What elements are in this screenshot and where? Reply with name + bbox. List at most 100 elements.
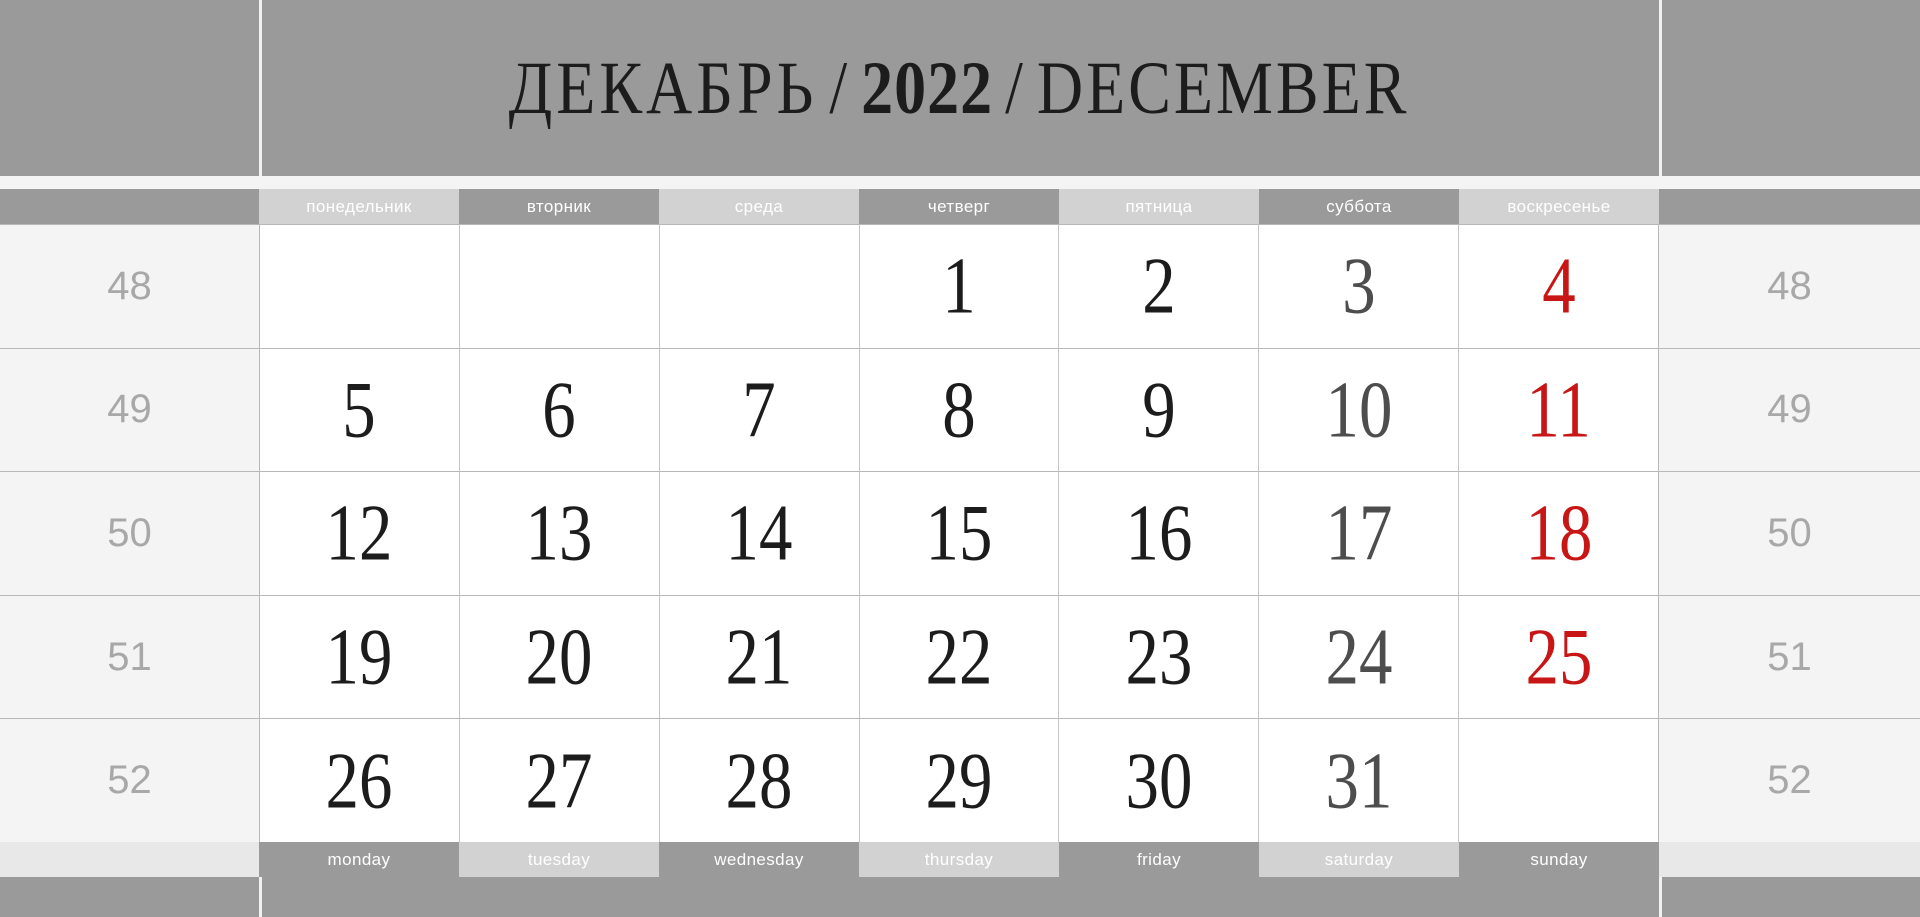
day-number: 13 — [525, 488, 593, 579]
day-number: 18 — [1525, 488, 1593, 579]
weekday-ru-thursday: четверг — [859, 189, 1059, 224]
day-cell[interactable]: 18 — [1459, 472, 1659, 595]
week-number-right: 49 — [1658, 348, 1920, 472]
day-cell[interactable]: 25 — [1459, 595, 1659, 719]
title-divider-right — [1659, 0, 1662, 176]
weekday-ru-wednesday: среда — [659, 189, 859, 224]
title-separator-left: / — [829, 45, 850, 130]
day-cell[interactable]: 31 — [1259, 719, 1460, 842]
title-separator-right: / — [1005, 45, 1025, 130]
weekday-ru-sunday: воскресенье — [1459, 189, 1659, 224]
day-cell[interactable]: 8 — [859, 348, 1060, 472]
day-number: 7 — [742, 365, 776, 455]
day-cell[interactable]: 26 — [260, 719, 460, 842]
day-cell[interactable]: 1 — [859, 225, 1060, 348]
calendar-year: 2022 — [861, 45, 994, 130]
day-cell[interactable]: 16 — [1059, 472, 1260, 595]
calendar-title-band: ДЕКАБРЬ/2022/DECEMBER — [0, 0, 1920, 176]
day-cell[interactable]: 20 — [459, 595, 660, 719]
day-cell[interactable]: 13 — [459, 472, 660, 595]
day-number: 31 — [1325, 736, 1393, 826]
day-cell[interactable]: 10 — [1259, 348, 1460, 472]
day-number: 5 — [342, 365, 377, 455]
day-number: 9 — [1142, 365, 1176, 455]
calendar-title: ДЕКАБРЬ/2022/DECEMBER — [259, 0, 1659, 176]
day-number: 30 — [1125, 736, 1193, 826]
week-number-left: 52 — [0, 719, 260, 842]
calendar-week-row: 51 19 20 21 22 23 24 25 51 — [0, 595, 1920, 720]
day-cell[interactable]: 4 — [1459, 225, 1659, 348]
day-cell[interactable]: 30 — [1059, 719, 1260, 842]
day-number: 6 — [542, 365, 577, 455]
day-number: 25 — [1525, 612, 1593, 702]
month-name-en: DECEMBER — [1036, 45, 1410, 130]
month-name-ru: ДЕКАБРЬ — [508, 45, 818, 130]
day-number: 26 — [325, 736, 393, 826]
day-cell[interactable]: 6 — [459, 348, 660, 472]
weeknum-header-left — [0, 189, 259, 224]
day-cell[interactable]: 22 — [859, 595, 1060, 719]
day-cell[interactable]: 5 — [260, 348, 460, 472]
weekday-en-monday: monday — [259, 842, 459, 877]
day-cell[interactable]: 11 — [1459, 348, 1659, 472]
day-cell[interactable]: 28 — [659, 719, 860, 842]
week-number-left: 50 — [0, 472, 260, 595]
weekday-en-tuesday: tuesday — [459, 842, 659, 877]
day-number: 24 — [1325, 612, 1393, 702]
day-number: 11 — [1526, 365, 1591, 455]
day-number: 8 — [942, 365, 976, 455]
day-number: 4 — [1541, 241, 1576, 331]
week-number-left: 49 — [0, 348, 260, 472]
day-cell[interactable]: 21 — [659, 595, 860, 719]
weekday-en-wednesday: wednesday — [659, 842, 859, 877]
calendar-week-row: 49 5 6 7 8 9 10 11 49 — [0, 348, 1920, 473]
day-number: 23 — [1125, 612, 1193, 702]
day-cell[interactable]: 29 — [859, 719, 1060, 842]
day-cell[interactable]: 9 — [1059, 348, 1260, 472]
day-cell[interactable]: 27 — [459, 719, 660, 842]
day-cell[interactable]: 12 — [260, 472, 460, 595]
day-number: 17 — [1325, 488, 1393, 579]
weekday-en-saturday: saturday — [1259, 842, 1459, 877]
calendar-page: ДЕКАБРЬ/2022/DECEMBER понедельник вторни… — [0, 0, 1920, 917]
day-cell[interactable]: 2 — [1059, 225, 1260, 348]
day-number: 15 — [925, 488, 993, 579]
day-cell[interactable]: 7 — [659, 348, 860, 472]
day-number: 12 — [325, 488, 393, 579]
day-number: 22 — [925, 612, 993, 702]
week-number-left: 51 — [0, 595, 260, 719]
week-number-right: 52 — [1658, 719, 1920, 842]
day-number: 10 — [1325, 365, 1393, 455]
day-cell[interactable] — [459, 225, 660, 348]
week-number-right: 50 — [1658, 472, 1920, 595]
week-number-left: 48 — [0, 225, 260, 348]
day-number: 1 — [942, 241, 976, 331]
day-cell[interactable] — [1459, 719, 1659, 842]
day-cell[interactable]: 19 — [260, 595, 460, 719]
day-number: 28 — [725, 736, 793, 826]
weekday-en-sunday: sunday — [1459, 842, 1659, 877]
week-number-right: 51 — [1658, 595, 1920, 719]
weeknum-footer-right — [1659, 842, 1920, 877]
day-number: 2 — [1142, 241, 1176, 331]
footer-divider-left — [259, 877, 262, 917]
week-number-right: 48 — [1658, 225, 1920, 348]
day-cell[interactable]: 17 — [1259, 472, 1460, 595]
weekday-ru-saturday: суббота — [1259, 189, 1459, 224]
weekday-ru-monday: понедельник — [259, 189, 459, 224]
day-cell[interactable]: 14 — [659, 472, 860, 595]
weekday-en-friday: friday — [1059, 842, 1259, 877]
day-cell[interactable]: 15 — [859, 472, 1060, 595]
calendar-footer-band — [0, 877, 1920, 917]
day-cell[interactable]: 24 — [1259, 595, 1460, 719]
weekday-footer-en: monday tuesday wednesday thursday friday… — [0, 842, 1920, 877]
weekday-header-ru: понедельник вторник среда четверг пятниц… — [0, 189, 1920, 224]
day-cell[interactable]: 23 — [1059, 595, 1260, 719]
day-cell[interactable] — [260, 225, 460, 348]
day-cell[interactable]: 3 — [1259, 225, 1460, 348]
calendar-week-row: 48 1 2 3 4 48 — [0, 225, 1920, 349]
day-number: 19 — [325, 612, 393, 702]
day-number: 21 — [725, 612, 793, 702]
day-cell[interactable] — [659, 225, 860, 348]
day-number: 29 — [925, 736, 993, 826]
